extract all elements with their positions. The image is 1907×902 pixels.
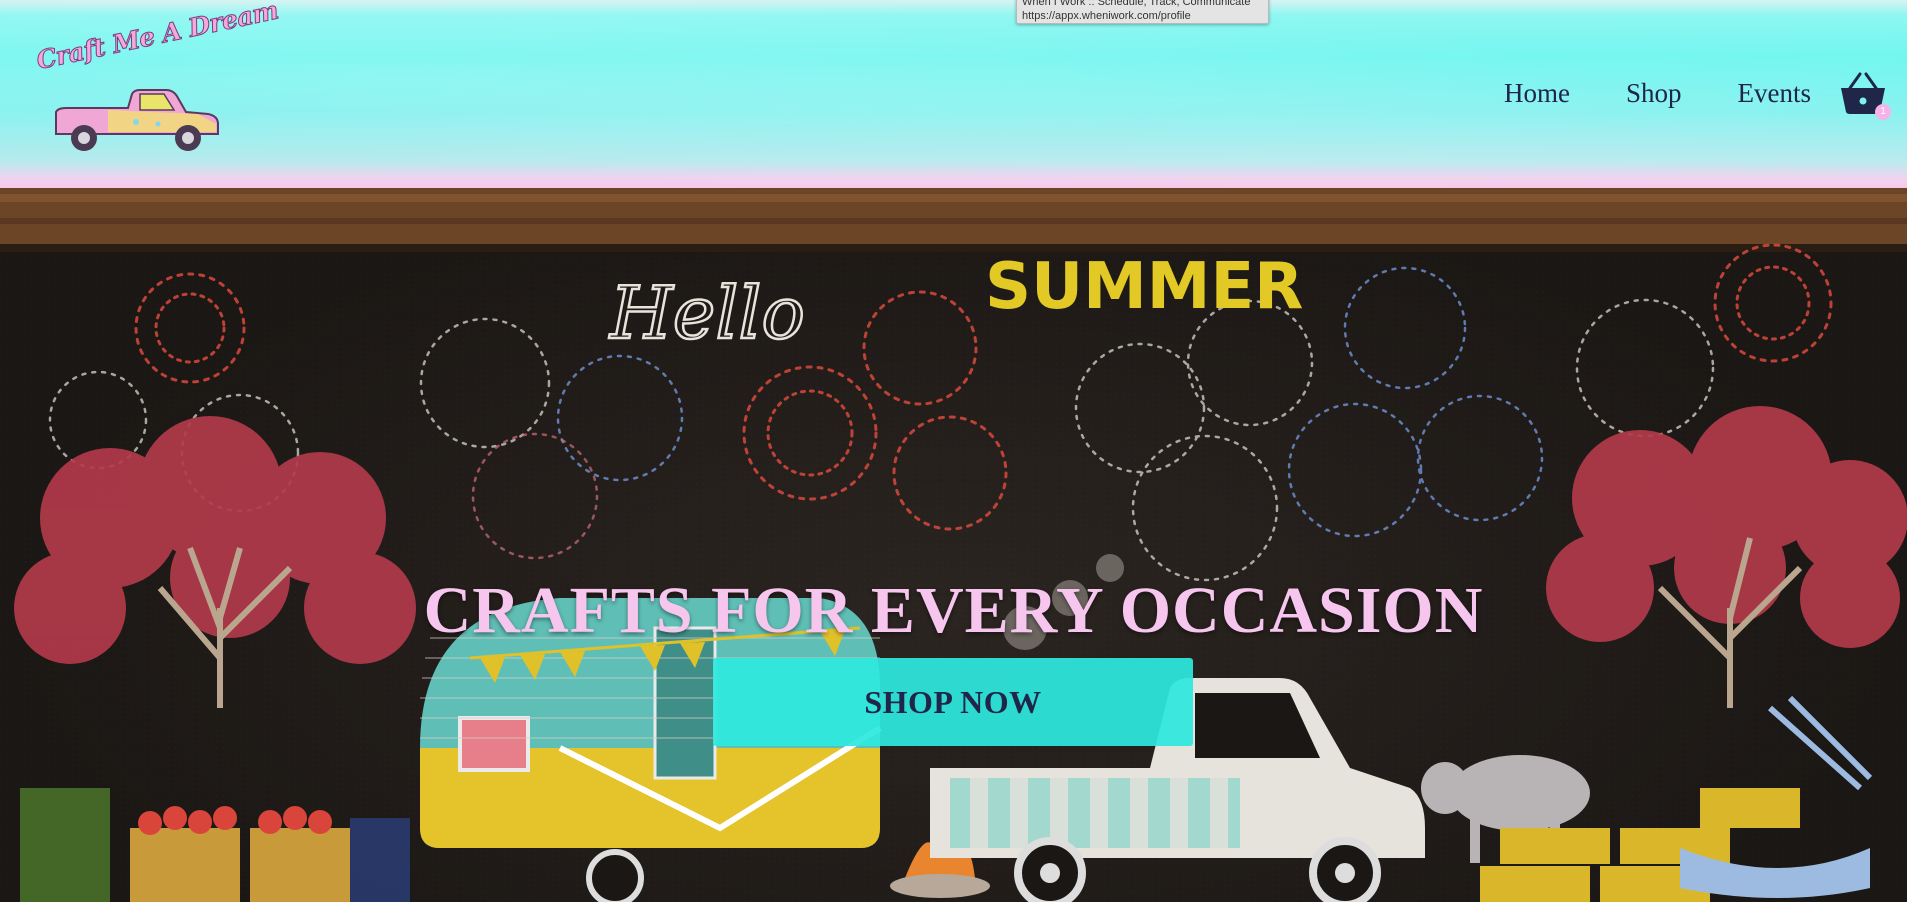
nav-events-link[interactable]: Events [1738,78,1812,109]
nav-shop-link[interactable]: Shop [1626,78,1682,109]
site-logo[interactable]: Craft Me A Dream [33,0,281,156]
main-nav: Home Shop Events [1504,78,1811,109]
link-tooltip: When I Work :: Schedule, Track, Communic… [1016,0,1269,24]
chalk-summer-text: SUMMER [985,250,1303,324]
hero-banner: Hello SUMMER CRAFTS FOR EVERY OCCASION S… [0,188,1907,902]
nav-home-link[interactable]: Home [1504,78,1570,109]
tooltip-title: When I Work :: Schedule, Track, Communic… [1022,0,1251,8]
chalkboard-summer-illustration: Hello SUMMER [0,188,1907,902]
cart-button[interactable]: 1 [1840,72,1891,122]
tooltip-url: https://appx.wheniwork.com/profile [1022,10,1191,22]
pickup-truck-logo-icon [55,89,219,151]
hero-title: CRAFTS FOR EVERY OCCASION [423,574,1484,648]
logo-text: Craft Me A Dream [33,0,281,76]
shop-now-button[interactable]: SHOP NOW [713,658,1193,746]
site-header: Craft Me A Dream Home Shop Events 1 [0,0,1907,188]
chalk-hello-text: Hello [608,271,805,355]
cart-count-badge: 1 [1875,104,1891,120]
